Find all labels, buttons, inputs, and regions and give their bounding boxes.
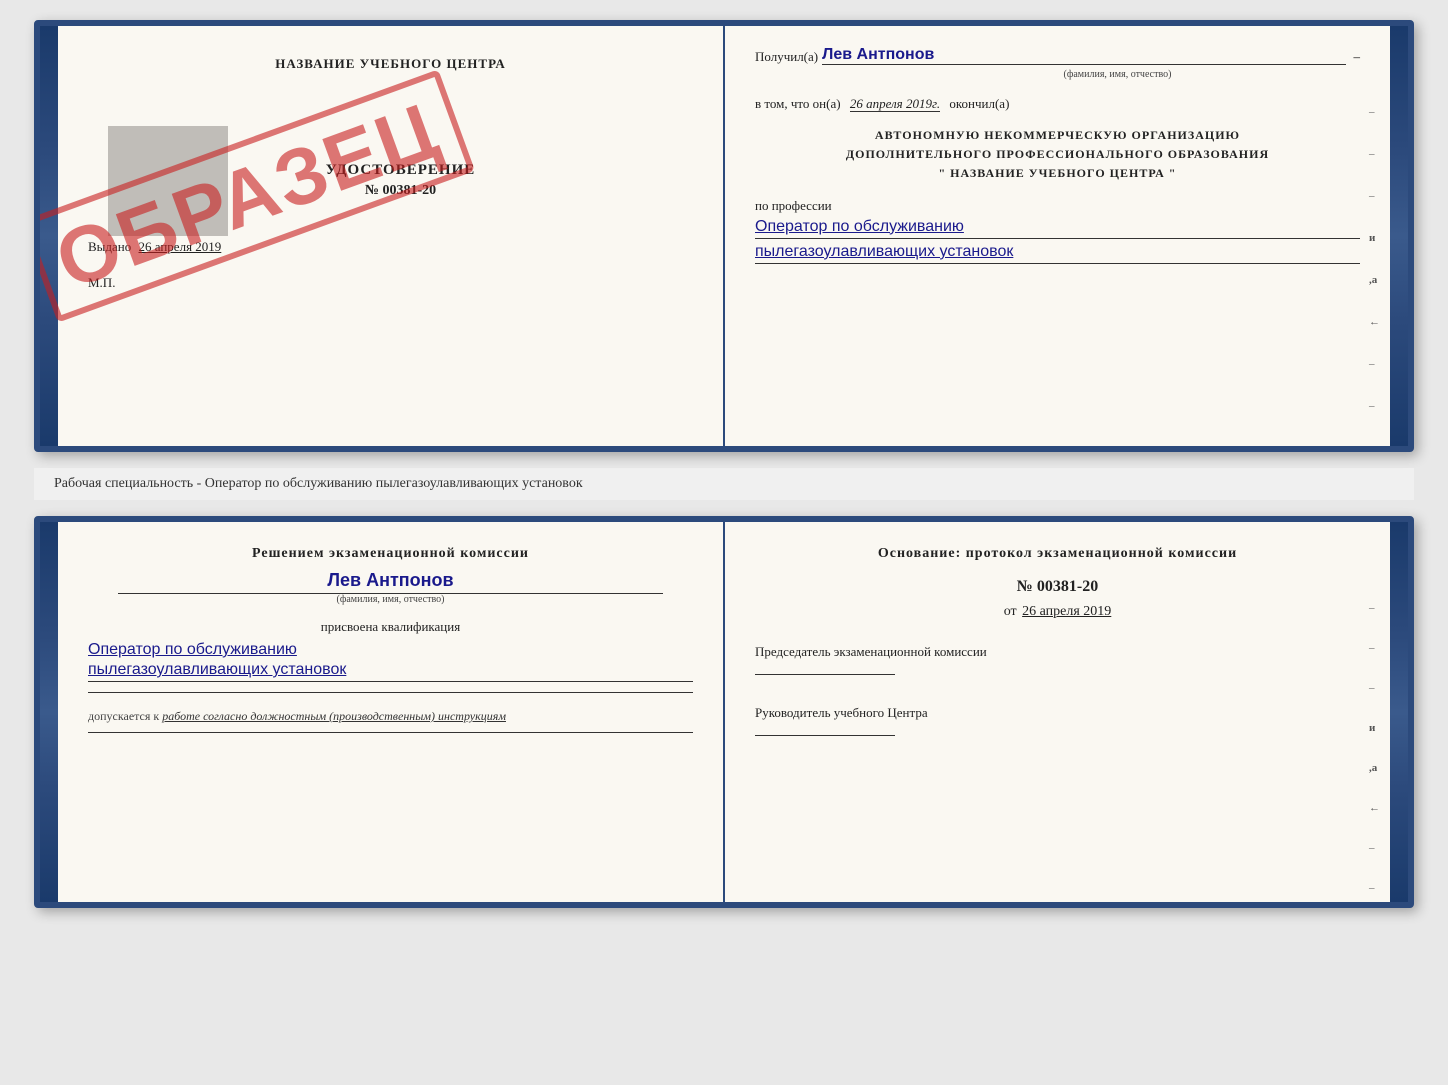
org-line3: " НАЗВАНИЕ УЧЕБНОГО ЦЕНТРА " xyxy=(755,164,1360,183)
side-mark2-4: и xyxy=(1369,722,1380,734)
right-side-marks: – – – и ,а ← – – xyxy=(1369,106,1380,412)
date-prefix: от xyxy=(1004,604,1017,619)
side-mark2-3: – xyxy=(1369,682,1380,694)
chair-signature: Председатель экзаменационной комиссии xyxy=(755,644,1360,675)
qual-underline2 xyxy=(88,692,693,693)
side-mark-4: и xyxy=(1369,232,1380,244)
received-label: Получил(а) xyxy=(755,49,818,65)
top-certificate-book: НАЗВАНИЕ УЧЕБНОГО ЦЕНТРА УДОСТОВЕРЕНИЕ №… xyxy=(34,20,1414,452)
org-line1: АВТОНОМНУЮ НЕКОММЕРЧЕСКУЮ ОРГАНИЗАЦИЮ xyxy=(755,126,1360,145)
subtitle-text: Рабочая специальность - Оператор по обсл… xyxy=(54,476,583,491)
qual-prof-line2: пылегазоулавливающих установок xyxy=(88,661,693,679)
qual-spine-left xyxy=(40,522,58,902)
received-name: Лев Антпонов xyxy=(822,46,1345,65)
qual-prof-line1: Оператор по обслуживанию xyxy=(88,641,693,659)
photo-placeholder xyxy=(108,126,228,236)
completed-suffix: окончил(а) xyxy=(949,96,1009,111)
side-mark2-2: – xyxy=(1369,642,1380,654)
completed-date: 26 апреля 2019г. xyxy=(850,96,940,112)
director-sig-line xyxy=(755,735,895,736)
book-spine-right xyxy=(1390,26,1408,446)
profession-label: по профессии xyxy=(755,198,1360,214)
side-mark2-1: – xyxy=(1369,602,1380,614)
side-mark2-8: – xyxy=(1369,882,1380,894)
basis-text: Основание: протокол экзаменационной коми… xyxy=(755,546,1360,562)
completed-prefix: в том, что он(а) xyxy=(755,96,841,111)
dash: – xyxy=(1354,49,1361,65)
left-page: НАЗВАНИЕ УЧЕБНОГО ЦЕНТРА УДОСТОВЕРЕНИЕ №… xyxy=(58,26,725,446)
bottom-qual-book: Решением экзаменационной комиссии Лев Ан… xyxy=(34,516,1414,908)
side-mark2-6: ← xyxy=(1369,802,1380,814)
org-line2: ДОПОЛНИТЕЛЬНОГО ПРОФЕССИОНАЛЬНОГО ОБРАЗО… xyxy=(755,145,1360,164)
chair-label: Председатель экзаменационной комиссии xyxy=(755,644,1360,660)
side-mark2-5: ,а xyxy=(1369,762,1380,774)
qual-spine-right xyxy=(1390,522,1408,902)
right-side-marks2: – – – и ,а ← – – – xyxy=(1369,602,1380,908)
decision-name: Лев Антпонов xyxy=(88,570,693,591)
subtitle-bar: Рабочая специальность - Оператор по обсл… xyxy=(34,468,1414,500)
mp-label: М.П. xyxy=(88,275,693,291)
admitted-block: допускается к работе согласно должностны… xyxy=(88,709,693,724)
director-signature: Руководитель учебного Центра xyxy=(755,705,1360,736)
cert-issued: Выдано 26 апреля 2019 xyxy=(88,239,693,255)
qual-underline3 xyxy=(88,732,693,733)
org-block: АВТОНОМНУЮ НЕКОММЕРЧЕСКУЮ ОРГАНИЗАЦИЮ ДО… xyxy=(755,126,1360,184)
protocol-number: № 00381-20 xyxy=(755,578,1360,596)
completed-line: в том, что он(а) 26 апреля 2019г. окончи… xyxy=(755,96,1360,112)
right-page: Получил(а) Лев Антпонов – (фамилия, имя,… xyxy=(725,26,1390,446)
document-container: НАЗВАНИЕ УЧЕБНОГО ЦЕНТРА УДОСТОВЕРЕНИЕ №… xyxy=(34,20,1414,908)
side-mark-6: ← xyxy=(1369,316,1380,328)
director-label: Руководитель учебного Центра xyxy=(755,705,1360,721)
cert-school-name: НАЗВАНИЕ УЧЕБНОГО ЦЕНТРА xyxy=(88,56,693,72)
decision-text: Решением экзаменационной комиссии xyxy=(88,546,693,562)
book-spine-left xyxy=(40,26,58,446)
qual-underline1 xyxy=(88,681,693,682)
side-mark2-7: – xyxy=(1369,842,1380,854)
protocol-date: от 26 апреля 2019 xyxy=(755,604,1360,620)
profession-line1: Оператор по обслуживанию xyxy=(755,216,1360,239)
decision-fio-hint: (фамилия, имя, отчество) xyxy=(118,593,663,605)
profession-line2: пылегазоулавливающих установок xyxy=(755,241,1360,264)
date-value: 26 апреля 2019 xyxy=(1022,604,1111,619)
fio-hint: (фамилия, имя, отчество) xyxy=(755,69,1360,80)
chair-sig-line xyxy=(755,674,895,675)
admitted-label: допускается к xyxy=(88,709,159,723)
issued-date: 26 апреля 2019 xyxy=(139,239,222,254)
side-mark-3: – xyxy=(1369,190,1380,202)
admitted-value: работе согласно должностным (производств… xyxy=(162,709,506,723)
qual-assigned: присвоена квалификация xyxy=(88,619,693,635)
qual-left-page: Решением экзаменационной комиссии Лев Ан… xyxy=(58,522,725,902)
side-mark-7: – xyxy=(1369,358,1380,370)
side-mark-5: ,а xyxy=(1369,274,1380,286)
side-mark-2: – xyxy=(1369,148,1380,160)
side-mark-1: – xyxy=(1369,106,1380,118)
side-mark-8: – xyxy=(1369,400,1380,412)
received-line: Получил(а) Лев Антпонов – xyxy=(755,46,1360,65)
qual-right-page: Основание: протокол экзаменационной коми… xyxy=(725,522,1390,902)
